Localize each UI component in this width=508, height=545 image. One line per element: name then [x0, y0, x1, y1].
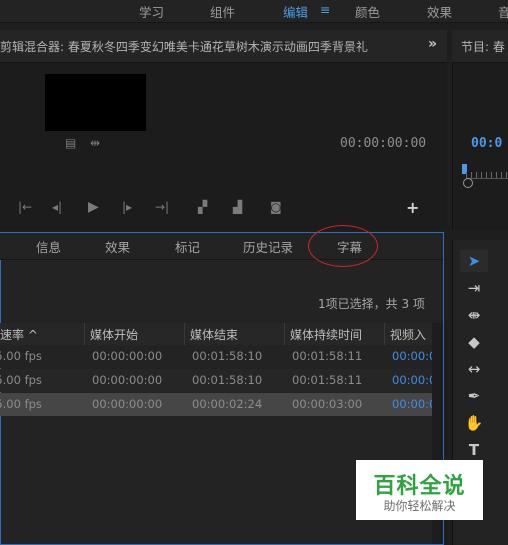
- workspace-tab-effects[interactable]: 效果: [427, 2, 452, 21]
- column-header-media-end[interactable]: 媒体结束: [190, 326, 238, 343]
- cell-media-end: 00:01:58:10: [192, 373, 263, 387]
- column-header-frame-rate[interactable]: 帧速率 ^: [0, 326, 38, 343]
- table-row[interactable]: 25.00 fps 00:00:00:00 00:00:02:24 00:00:…: [0, 393, 436, 416]
- cell-video-in[interactable]: 00:00:0: [392, 373, 436, 387]
- highlight-annotation: [308, 225, 378, 267]
- source-timecode[interactable]: 00:00:00:00: [340, 136, 426, 151]
- mark-out-icon[interactable]: →|: [155, 200, 169, 214]
- cell-media-start: 00:00:00:00: [92, 397, 163, 411]
- table-row[interactable]: 25.00 fps 00:00:00:00 00:01:58:10 00:01:…: [0, 369, 436, 392]
- cell-frame-rate: 25.00 fps: [0, 349, 42, 363]
- film-icon[interactable]: ▤: [65, 136, 76, 150]
- razor-icon[interactable]: ◆: [460, 331, 488, 353]
- time-ruler[interactable]: [466, 172, 508, 179]
- type-icon[interactable]: T: [460, 439, 488, 461]
- column-divider[interactable]: [84, 323, 85, 345]
- column-header-media-start[interactable]: 媒体开始: [90, 326, 138, 343]
- pen-icon[interactable]: ✒: [460, 385, 488, 407]
- hand-icon[interactable]: ✋: [460, 412, 488, 434]
- mark-in-icon[interactable]: |←: [18, 200, 32, 214]
- panel-overflow-icon[interactable]: »: [428, 36, 437, 52]
- cell-video-in[interactable]: 00:00:0: [392, 349, 436, 363]
- workspace-tab-assembly[interactable]: 组件: [210, 2, 235, 21]
- source-preview-frame: [45, 74, 146, 131]
- cell-media-end: 00:01:58:10: [192, 349, 263, 363]
- watermark-subtitle: 助你轻松解决: [383, 499, 456, 513]
- track-select-icon[interactable]: ⇥: [460, 277, 488, 299]
- cell-frame-rate: 25.00 fps: [0, 373, 42, 387]
- slip-icon[interactable]: ↔: [460, 358, 488, 380]
- cell-media-duration: 00:01:58:11: [292, 373, 363, 387]
- cell-media-duration: 00:01:58:11: [292, 349, 363, 363]
- ripple-edit-icon[interactable]: ⇼: [460, 304, 488, 326]
- workspace-tab-learn[interactable]: 学习: [139, 2, 164, 21]
- cell-video-in[interactable]: 00:00:0: [392, 397, 436, 411]
- insert-icon[interactable]: ▞: [198, 200, 207, 214]
- selection-info: 1项已选择，共 3 项: [318, 297, 425, 311]
- hamburger-icon[interactable]: ≡: [320, 2, 330, 17]
- column-header-media-duration[interactable]: 媒体持续时间: [290, 326, 362, 343]
- column-divider[interactable]: [184, 323, 185, 345]
- cell-frame-rate: 25.00 fps: [0, 397, 42, 411]
- tab-markers[interactable]: 标记: [175, 237, 200, 256]
- column-divider[interactable]: [384, 323, 385, 345]
- program-monitor-title[interactable]: 节目: 春: [461, 38, 505, 55]
- overwrite-icon[interactable]: ▟: [233, 200, 242, 214]
- selection-tool-icon[interactable]: ➤: [460, 250, 488, 272]
- column-divider[interactable]: [284, 323, 285, 345]
- program-timecode[interactable]: 00:0: [471, 136, 502, 151]
- workspace-tab-editing[interactable]: 编辑: [283, 2, 308, 21]
- workspace-tab-color[interactable]: 颜色: [355, 2, 380, 21]
- cell-media-duration: 00:00:03:00: [292, 397, 363, 411]
- export-frame-icon[interactable]: ◙: [270, 200, 282, 214]
- step-back-icon[interactable]: ◂|: [52, 200, 62, 214]
- source-monitor-title[interactable]: 剪辑混合器: 春夏秋冬四季变幻唯美卡通花草树木演示动画四季背景礼: [0, 38, 425, 55]
- cell-media-end: 00:00:02:24: [192, 397, 263, 411]
- column-header-video-in[interactable]: 视频入: [390, 326, 426, 343]
- play-icon[interactable]: ▶: [88, 199, 99, 215]
- watermark-title: 百科全说: [373, 474, 466, 499]
- table-row[interactable]: 25.00 fps 00:00:00:00 00:01:58:10 00:01:…: [0, 345, 436, 368]
- tab-info[interactable]: 信息: [36, 237, 61, 256]
- audio-waveform-icon[interactable]: ⇹: [90, 136, 100, 150]
- add-button[interactable]: +: [406, 198, 419, 217]
- workspace-tab-audio[interactable]: 音: [498, 2, 508, 21]
- zoom-handle[interactable]: [463, 178, 473, 188]
- tab-effects[interactable]: 效果: [105, 237, 130, 256]
- step-forward-icon[interactable]: |▸: [122, 200, 132, 214]
- cell-media-start: 00:00:00:00: [92, 373, 163, 387]
- tab-history[interactable]: 历史记录: [243, 237, 293, 256]
- cell-media-start: 00:00:00:00: [92, 349, 163, 363]
